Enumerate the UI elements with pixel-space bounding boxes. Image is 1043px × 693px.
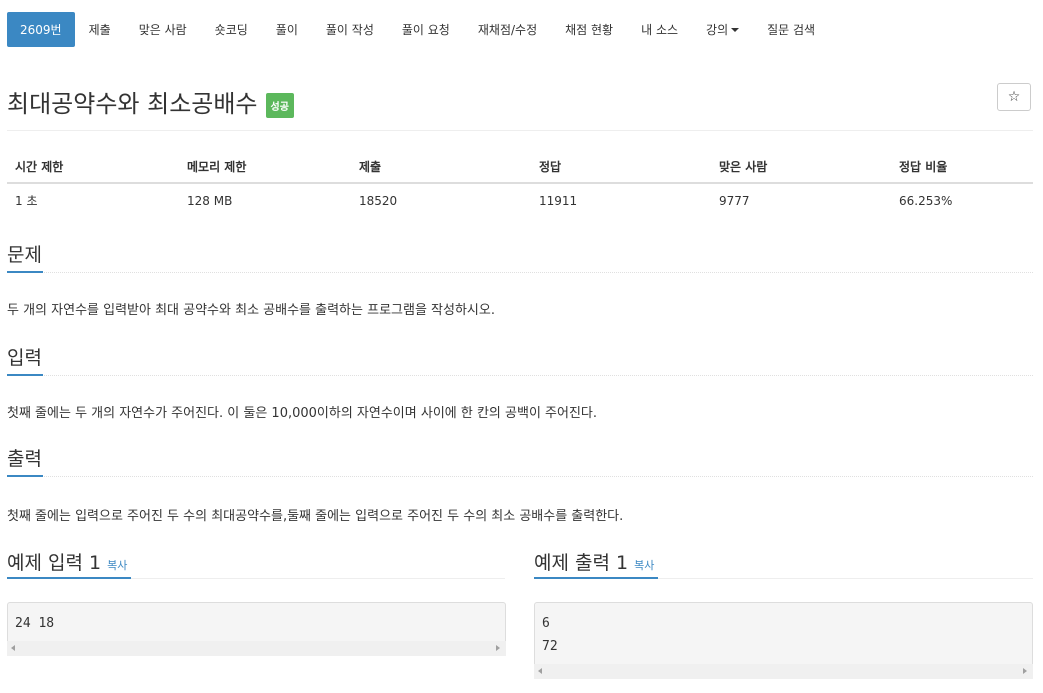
input-heading: 입력 [7, 347, 42, 369]
memory-limit-value: 128 MB [187, 193, 233, 208]
scroll-left-icon[interactable] [11, 645, 15, 651]
problem-heading: 문제 [7, 244, 42, 266]
header-solvers: 맞은 사람 [711, 151, 891, 184]
page-title: 최대공약수와 최소공배수 [7, 90, 258, 118]
table-header-row: 시간 제한 메모리 제한 제출 정답 맞은 사람 정답 비율 [7, 151, 1033, 184]
sample-input-scrollbar[interactable] [7, 641, 506, 656]
solvers-value: 9777 [719, 193, 750, 208]
star-button[interactable]: ☆ [997, 83, 1031, 111]
page-title-row: 최대공약수와 최소공배수 성공 [7, 84, 294, 119]
tab-submit[interactable]: 제출 [75, 12, 125, 47]
problem-nav: 2609번 제출 맞은 사람 숏코딩 풀이 풀이 작성 풀이 요청 재채점/수정… [7, 12, 829, 48]
sample-output-title: 예제 출력 1 [534, 552, 629, 574]
input-heading-underline [7, 374, 43, 376]
tab-my-source[interactable]: 내 소스 [627, 12, 692, 47]
header-accepted: 정답 [531, 151, 711, 184]
copy-output-button[interactable]: 복사 [634, 559, 654, 572]
output-description: 첫째 줄에는 입력으로 주어진 두 수의 최대공약수를,둘째 줄에는 입력으로 … [7, 509, 624, 524]
scroll-right-icon[interactable] [1023, 668, 1027, 674]
tab-short-coding[interactable]: 숏코딩 [201, 12, 262, 47]
table-row: 1 초 128 MB 18520 11911 9777 66.253% [7, 183, 1033, 215]
sample-output-scrollbar[interactable] [534, 664, 1033, 679]
scroll-right-icon[interactable] [496, 645, 500, 651]
problem-heading-divider [7, 272, 1033, 273]
output-heading-underline [7, 475, 43, 477]
time-limit-value: 1 초 [15, 194, 38, 208]
sample-output-underline [534, 577, 658, 579]
tab-solutions[interactable]: 풀이 [262, 12, 312, 47]
scroll-left-icon[interactable] [538, 668, 542, 674]
sample-input-heading: 예제 입력 1 복사 [7, 548, 127, 575]
copy-input-button[interactable]: 복사 [107, 559, 127, 572]
status-badge: 성공 [265, 93, 294, 118]
header-time-limit: 시간 제한 [7, 151, 179, 184]
header-accept-ratio: 정답 비율 [891, 151, 1033, 184]
header-memory-limit: 메모리 제한 [179, 151, 351, 184]
submissions-value: 18520 [359, 193, 398, 208]
problem-info-table: 시간 제한 메모리 제한 제출 정답 맞은 사람 정답 비율 1 초 128 M… [7, 151, 1033, 215]
tab-rejudge[interactable]: 재채점/수정 [464, 12, 551, 47]
star-icon: ☆ [1007, 89, 1021, 105]
input-heading-divider [7, 375, 1033, 376]
tab-status[interactable]: 채점 현황 [551, 12, 627, 47]
accepted-value: 11911 [539, 193, 578, 208]
tab-lectures-label: 강의 [706, 23, 729, 37]
input-description: 첫째 줄에는 두 개의 자연수가 주어진다. 이 둘은 10,000이하의 자연… [7, 406, 598, 421]
title-divider [7, 130, 1033, 131]
accept-ratio-value: 66.253% [899, 193, 953, 208]
sample-input-title: 예제 입력 1 [7, 552, 102, 574]
output-heading-divider [7, 476, 1033, 477]
problem-heading-underline [7, 271, 43, 273]
sample-input-underline [7, 577, 131, 579]
problem-description: 두 개의 자연수를 입력받아 최대 공약수와 최소 공배수를 출력하는 프로그램… [7, 303, 495, 318]
tab-request-solution[interactable]: 풀이 요청 [388, 12, 464, 47]
tab-lectures[interactable]: 강의 [692, 12, 753, 47]
tab-solvers[interactable]: 맞은 사람 [125, 12, 201, 47]
output-heading: 출력 [7, 448, 42, 470]
header-submissions: 제출 [351, 151, 531, 184]
sample-input-box[interactable]: 24 18 [7, 602, 506, 642]
tab-question-search[interactable]: 질문 검색 [753, 12, 829, 47]
tab-write-solution[interactable]: 풀이 작성 [312, 12, 388, 47]
caret-down-icon [731, 27, 740, 32]
sample-output-box[interactable]: 6 72 [534, 602, 1033, 665]
sample-output-heading: 예제 출력 1 복사 [534, 548, 654, 575]
tab-problem[interactable]: 2609번 [7, 12, 75, 47]
